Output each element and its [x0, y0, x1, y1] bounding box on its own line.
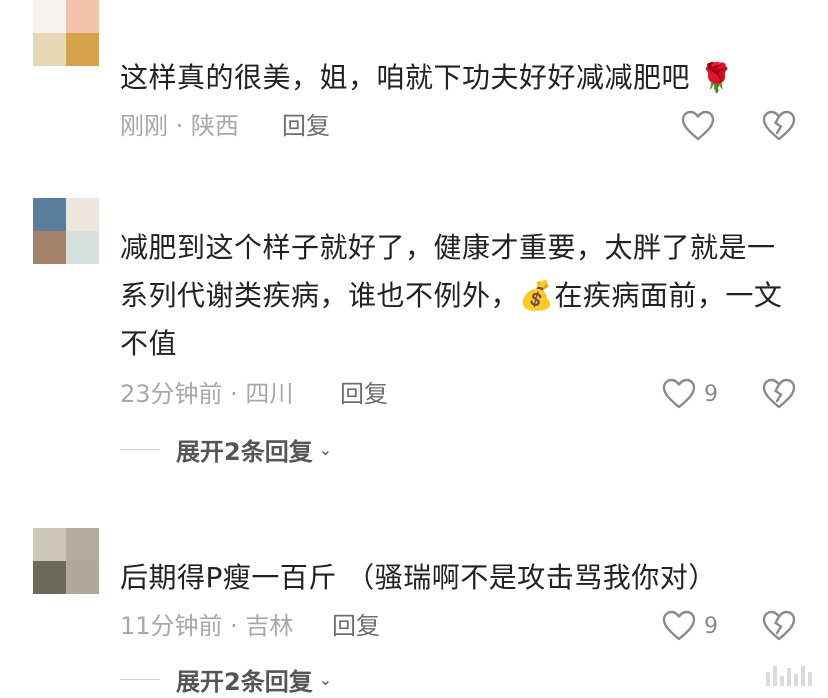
broken-heart-icon — [762, 610, 796, 641]
comment-text: 后期得P瘦一百斤 （骚瑞啊不是攻击骂我你对） — [120, 561, 717, 594]
expand-replies-label: 展开2条回复 — [176, 438, 313, 466]
heart-outline-icon — [681, 110, 715, 141]
avatar-tile — [66, 561, 99, 594]
comment-meta: 11分钟前 · 吉林 — [120, 612, 294, 640]
divider — [120, 679, 160, 680]
expand-replies-button[interactable]: 展开2条回复 ⌄ — [120, 662, 332, 697]
avatar[interactable] — [33, 528, 99, 594]
like-count: 9 — [704, 613, 718, 639]
reply-button[interactable]: 回复 — [282, 110, 330, 142]
expand-replies-label: 展开2条回复 — [176, 668, 313, 696]
reply-button[interactable]: 回复 — [332, 610, 380, 642]
dislike-button[interactable] — [762, 110, 796, 146]
expand-replies-button[interactable]: 展开2条回复 ⌄ — [120, 432, 332, 467]
like-button[interactable] — [681, 110, 715, 142]
comment-meta: 刚刚 · 陕西 — [120, 112, 239, 140]
avatar[interactable] — [33, 0, 99, 66]
avatar[interactable] — [33, 198, 99, 264]
comment-text: 这样真的很美，姐，咱就下功夫好好减减肥吧 🌹 — [120, 61, 735, 94]
reply-button[interactable]: 回复 — [340, 378, 388, 410]
watermark-logo — [766, 666, 812, 686]
dislike-button[interactable] — [762, 610, 796, 646]
comment-meta: 23分钟前 · 四川 — [120, 380, 294, 408]
like-button[interactable]: 9 — [662, 378, 718, 410]
avatar-tile — [66, 198, 99, 231]
like-button[interactable]: 9 — [662, 610, 718, 642]
avatar-tile — [66, 0, 99, 33]
like-count: 9 — [704, 381, 718, 407]
chevron-down-icon: ⌄ — [318, 670, 333, 689]
dislike-button[interactable] — [762, 378, 796, 414]
comment-text: 减肥到这个样子就好了，健康才重要，太胖了就是一系列代谢类疾病，谁也不例外，💰在疾… — [120, 231, 783, 360]
heart-outline-icon — [662, 610, 696, 641]
divider — [120, 449, 160, 450]
avatar-tile — [33, 33, 66, 66]
broken-heart-icon — [762, 378, 796, 409]
avatar-tile — [33, 0, 66, 33]
heart-outline-icon — [662, 378, 696, 409]
avatar-tile — [66, 231, 99, 264]
avatar-tile — [33, 561, 66, 594]
avatar-tile — [33, 231, 66, 264]
avatar-tile — [33, 198, 66, 231]
avatar-tile — [66, 528, 99, 561]
avatar-tile — [33, 528, 66, 561]
avatar-tile — [66, 33, 99, 66]
chevron-down-icon: ⌄ — [318, 440, 333, 459]
broken-heart-icon — [762, 110, 796, 141]
